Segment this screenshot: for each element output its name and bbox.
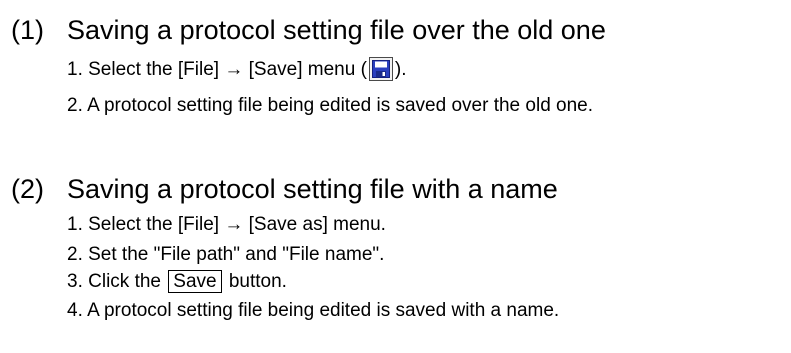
section-2-step-2: 2. Set the "File path" and "File name". [67,244,385,265]
section-1-step-2: 2. A protocol setting file being edited … [67,95,594,116]
section-1-step-1-end: ). [394,59,407,80]
section-1-heading: (1) Saving a protocol setting file over t… [11,14,606,46]
section-2-step-3-end: button. [228,271,287,292]
section-2-step-1: 1. Select the [File] → [Save as] menu. [67,214,386,235]
section-2-step-4: 4. A protocol setting file being edited … [67,300,560,321]
section-1-step-1: 1. Select the [File] → [Save] menu ( ). [67,57,407,82]
section-1-step-1-text: 1. Select the [File] → [Save] menu ( [67,59,367,80]
section-2-heading: (2) Saving a protocol setting file with a… [11,173,558,205]
save-icon [368,57,393,81]
section-2-title: Saving a protocol setting file with a na… [67,174,558,204]
section-2-step-3-text: 3. Click the [67,271,161,292]
section-1-number: (1) [11,15,44,45]
section-2-step-3: 3. Click the Save button. [67,270,287,294]
section-2-number: (2) [11,174,44,204]
save-button-label: Save [168,270,222,293]
section-1-title: Saving a protocol setting file over the … [67,15,606,45]
